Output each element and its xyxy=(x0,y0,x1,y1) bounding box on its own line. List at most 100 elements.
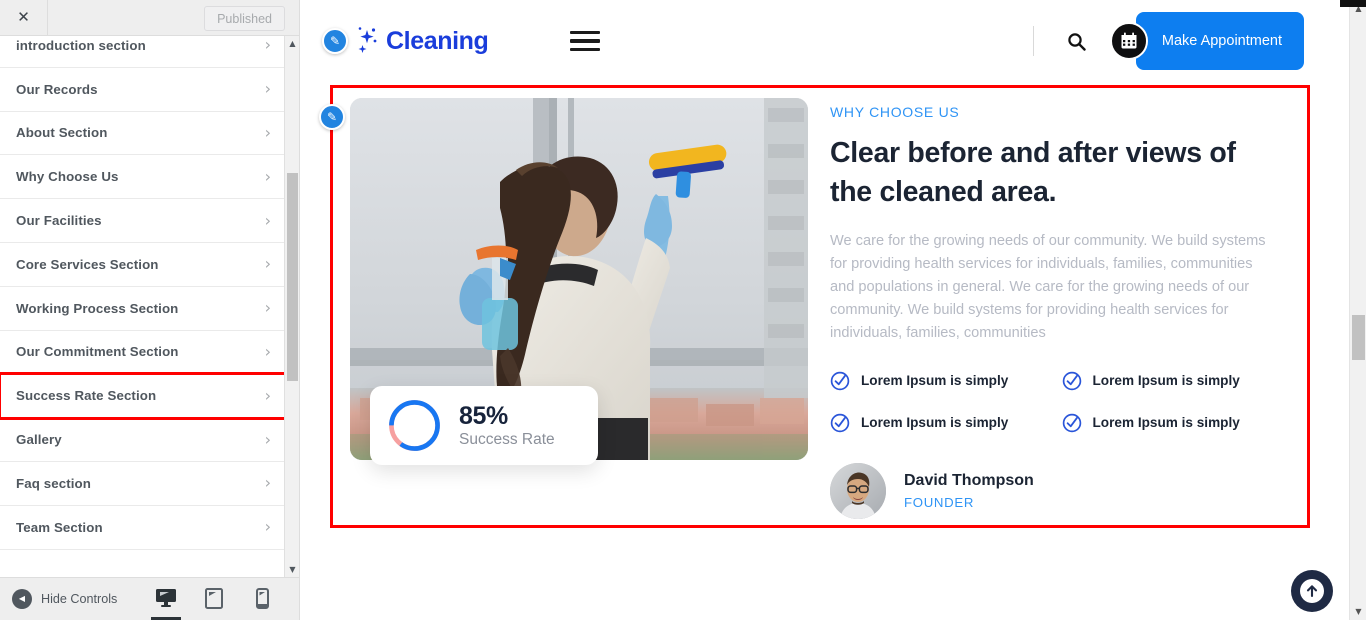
arrow-up-icon xyxy=(1306,585,1318,598)
calendar-icon[interactable] xyxy=(1109,22,1148,60)
chevron-right-icon: › xyxy=(264,254,271,274)
sidebar-item-faq-section[interactable]: Faq section › xyxy=(0,461,285,506)
chevron-right-icon: › xyxy=(264,166,271,186)
sidebar-item-label: introduction section xyxy=(16,37,146,53)
close-icon: ✕ xyxy=(17,8,30,26)
section-paragraph: We care for the growing needs of our com… xyxy=(830,232,1266,341)
preview-scrollbar-thumb[interactable] xyxy=(1352,315,1365,360)
feature-label: Lorem Ipsum is simply xyxy=(1092,415,1240,430)
window-chrome-strip xyxy=(1340,0,1366,7)
sidebar-sections-scroll-area: introduction section › Our Records › Abo… xyxy=(0,36,299,577)
sidebar-footer: ◀ Hide Controls xyxy=(0,577,299,620)
feature-item: Lorem Ipsum is simply xyxy=(830,371,1056,391)
tablet-preview-button[interactable] xyxy=(201,585,227,613)
feature-item: Lorem Ipsum is simply xyxy=(830,413,1056,433)
chevron-right-icon: › xyxy=(264,341,271,361)
stat-card-text: 85% Success Rate xyxy=(459,402,555,449)
check-circle-icon xyxy=(1062,371,1081,390)
founder-info: David Thompson FOUNDER xyxy=(904,472,1034,510)
chevron-right-icon: › xyxy=(264,36,271,55)
section-feature-list: Lorem Ipsum is simply Lorem Ipsum is sim… xyxy=(830,371,1287,433)
sidebar-item-label: Faq section xyxy=(16,475,91,491)
sidebar-sections-list: introduction section › Our Records › Abo… xyxy=(0,36,287,550)
site-preview-frame: ✎ Cleaning Make Appointment ✎ 85% Succes… xyxy=(300,0,1366,620)
make-appointment-wrapper: Make Appointment xyxy=(1109,11,1304,71)
feature-label: Lorem Ipsum is simply xyxy=(861,373,1009,388)
editor-sidebar: ✕ Published introduction section › Our R… xyxy=(0,0,300,620)
sidebar-scrollbar[interactable]: ▲ ▼ xyxy=(284,36,299,577)
section-edit-pencil-icon[interactable]: ✎ xyxy=(319,104,345,130)
close-editor-button[interactable]: ✕ xyxy=(0,0,48,35)
section-text-column: WHY CHOOSE US Clear before and after vie… xyxy=(830,96,1307,525)
sidebar-item-our-records[interactable]: Our Records › xyxy=(0,67,285,112)
sidebar-item-label: Gallery xyxy=(16,432,62,448)
mobile-icon xyxy=(255,588,269,609)
scroll-to-top-inner xyxy=(1300,579,1324,603)
sidebar-item-label: Success Rate Section xyxy=(16,388,157,404)
success-rate-section[interactable]: ✎ 85% Success Rate WHY CHOOSE US Clear b… xyxy=(319,85,1310,528)
preview-scroll-down-arrow-icon[interactable]: ▼ xyxy=(1350,603,1366,620)
chevron-right-icon: › xyxy=(264,429,271,449)
sidebar-item-working-process-section[interactable]: Working Process Section › xyxy=(0,286,285,331)
sidebar-item-label: Team Section xyxy=(16,519,103,535)
success-rate-donut-chart xyxy=(389,400,440,451)
hide-controls-button[interactable]: ◀ Hide Controls xyxy=(12,589,117,609)
preview-scrollbar[interactable]: ▲ ▼ xyxy=(1349,0,1366,620)
make-appointment-button[interactable]: Make Appointment xyxy=(1135,11,1304,71)
sidebar-item-success-rate-section[interactable]: Success Rate Section › xyxy=(0,372,287,421)
check-circle-icon xyxy=(830,371,850,390)
founder-role: FOUNDER xyxy=(904,494,975,510)
tablet-icon xyxy=(205,588,223,609)
site-header: ✎ Cleaning Make Appointment xyxy=(300,0,1366,82)
device-preview-switcher xyxy=(151,585,285,620)
sidebar-item-label: Why Choose Us xyxy=(16,169,119,185)
sidebar-item-our-facilities[interactable]: Our Facilities › xyxy=(0,199,285,243)
sidebar-topbar: ✕ Published xyxy=(0,0,299,36)
sidebar-item-why-choose-us[interactable]: Why Choose Us › xyxy=(0,155,285,200)
mobile-preview-button[interactable] xyxy=(249,585,275,613)
sidebar-item-label: Core Services Section xyxy=(16,256,159,272)
chevron-right-icon: › xyxy=(264,298,271,318)
sidebar-item-label: About Section xyxy=(16,125,108,141)
sidebar-item-label: Our Records xyxy=(16,81,98,97)
founder-name: David Thompson xyxy=(904,471,1034,489)
desktop-preview-button[interactable] xyxy=(151,585,181,620)
scroll-up-arrow-icon[interactable]: ▲ xyxy=(285,36,299,51)
success-rate-label: Success Rate xyxy=(459,430,555,448)
search-button[interactable] xyxy=(1062,26,1092,56)
sidebar-item-label: Working Process Section xyxy=(16,300,179,316)
site-logo[interactable]: ✎ Cleaning xyxy=(322,24,489,58)
sidebar-item-gallery[interactable]: Gallery › xyxy=(0,418,285,462)
sidebar-item-core-services-section[interactable]: Core Services Section › xyxy=(0,242,285,287)
check-circle-icon xyxy=(1062,413,1081,432)
hamburger-bar xyxy=(570,30,601,35)
feature-label: Lorem Ipsum is simply xyxy=(861,415,1009,430)
chevron-right-icon: › xyxy=(264,210,271,230)
sidebar-item-label: Our Commitment Section xyxy=(16,344,179,360)
scroll-down-arrow-icon[interactable]: ▼ xyxy=(285,562,299,577)
chevron-right-icon: › xyxy=(264,122,271,142)
hamburger-bar xyxy=(570,47,601,52)
section-headline: Clear before and after views of the clea… xyxy=(830,137,1236,208)
header-divider xyxy=(1032,26,1034,56)
pencil-edit-icon[interactable]: ✎ xyxy=(322,28,348,54)
sparkle-icon xyxy=(358,27,377,53)
desktop-icon xyxy=(156,589,176,607)
sidebar-item-introduction-section[interactable]: introduction section › xyxy=(0,36,285,68)
founder-block: David Thompson FOUNDER xyxy=(830,462,1287,519)
chevron-right-icon: › xyxy=(264,473,271,493)
search-icon xyxy=(1068,32,1087,51)
sidebar-item-label: Our Facilities xyxy=(16,213,102,229)
sidebar-item-about-section[interactable]: About Section › xyxy=(0,111,285,156)
check-circle-icon xyxy=(830,413,850,432)
section-eyebrow: WHY CHOOSE US xyxy=(830,104,960,120)
publish-button[interactable]: Published xyxy=(204,6,285,31)
feature-item: Lorem Ipsum is simply xyxy=(1062,371,1288,391)
hamburger-menu-icon[interactable] xyxy=(570,30,601,52)
scroll-to-top-button[interactable] xyxy=(1291,570,1333,612)
sidebar-scrollbar-thumb[interactable] xyxy=(287,173,298,381)
success-rate-stat-card: 85% Success Rate xyxy=(370,386,598,465)
sidebar-item-team-section[interactable]: Team Section › xyxy=(0,505,285,550)
feature-label: Lorem Ipsum is simply xyxy=(1092,373,1240,388)
sidebar-item-our-commitment-section[interactable]: Our Commitment Section › xyxy=(0,330,285,375)
